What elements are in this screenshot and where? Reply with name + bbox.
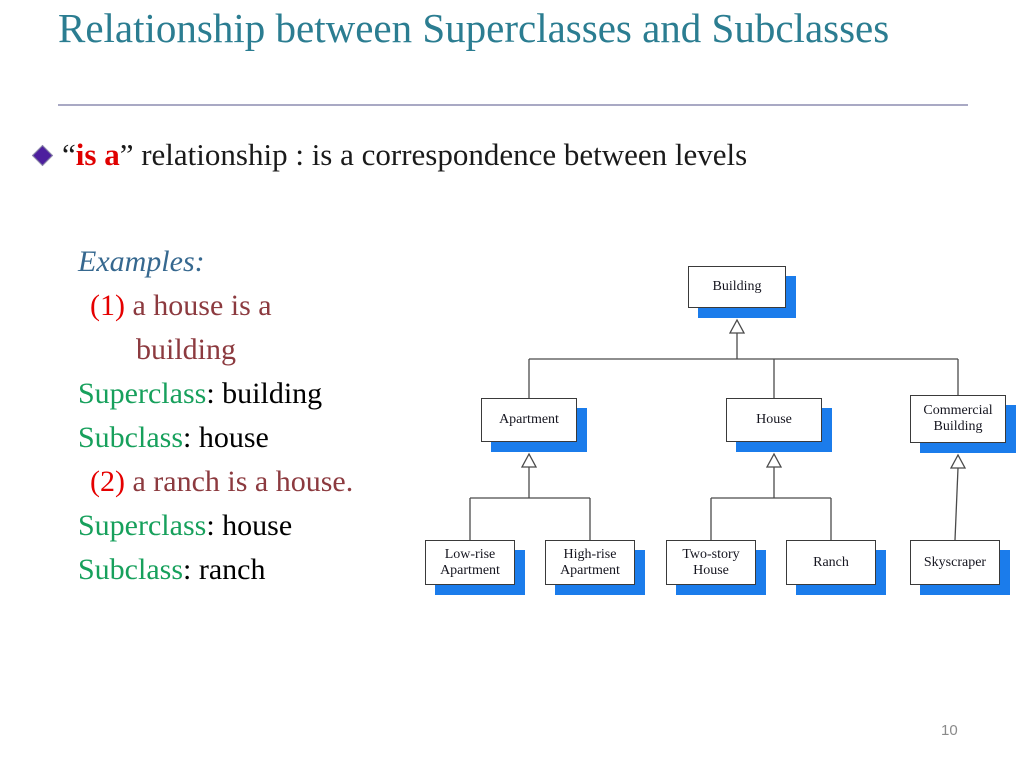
class-node-apartment[interactable]: Apartment — [481, 398, 577, 442]
class-node-building[interactable]: Building — [688, 266, 786, 308]
class-node-label: Building — [712, 279, 762, 294]
class-node-two-story[interactable]: Two-story House — [666, 540, 756, 585]
class-node-label: High-rise Apartment — [560, 546, 620, 578]
diamond-bullet-icon — [31, 144, 54, 167]
example-1-number: (1) — [90, 289, 125, 322]
class-hierarchy-diagram: Building Apartment House Commercial Buildin… — [400, 240, 1024, 620]
superclass-label-2: Superclass — [78, 509, 207, 542]
bullet-row: “is a” relationship : is a correspondenc… — [30, 136, 990, 176]
example-2-number: (2) — [90, 465, 125, 498]
class-node-label: Two-story House — [682, 546, 740, 578]
subclass-value-1: : house — [183, 421, 269, 454]
examples-heading: Examples: — [78, 245, 205, 278]
examples-block: Examples: (1) a house is a building Supe… — [78, 240, 428, 592]
class-node-commercial[interactable]: Commercial Building — [910, 395, 1006, 443]
class-node-label: Ranch — [813, 554, 849, 570]
bullet-text: “is a” relationship : is a correspondenc… — [62, 134, 747, 176]
example-1-statement: (1) a house is a — [90, 289, 272, 322]
example-1-statement-cont: building — [136, 333, 237, 366]
page-number: 10 — [941, 722, 958, 739]
example-2-statement: (2) a ranch is a house. — [78, 460, 428, 504]
superclass-value-2: : house — [206, 509, 293, 542]
superclass-label-1: Superclass — [78, 377, 207, 410]
title-divider — [58, 104, 968, 106]
class-node-high-rise[interactable]: High-rise Apartment — [545, 540, 635, 585]
generalization-arrowhead-icon — [728, 318, 746, 334]
example-1-subclass: Subclass: house — [78, 416, 428, 460]
class-node-label: Commercial Building — [923, 403, 993, 434]
page-title: Relationship between Superclasses and Su… — [58, 5, 890, 51]
class-node-label: Low-rise Apartment — [440, 546, 500, 578]
class-node-label: Skyscraper — [923, 554, 987, 570]
superclass-value-1: : building — [206, 377, 323, 410]
example-2-text: a ranch is a house. — [132, 465, 354, 498]
example-2-subclass: Subclass: ranch — [78, 548, 428, 592]
example-2-superclass: Superclass: house — [78, 504, 428, 548]
quote-close: ” — [119, 137, 134, 172]
subclass-label-2: Subclass — [78, 553, 183, 586]
generalization-arrowhead-icon — [765, 452, 783, 468]
subclass-value-2: : ranch — [183, 553, 266, 586]
class-node-skyscraper[interactable]: Skyscraper — [910, 540, 1000, 585]
class-node-label: House — [756, 412, 792, 427]
bullet-rest: relationship : is a correspondence betwe… — [133, 137, 748, 172]
generalization-arrowhead-icon — [520, 452, 538, 468]
subclass-label-1: Subclass — [78, 421, 183, 454]
class-node-ranch[interactable]: Ranch — [786, 540, 876, 585]
isa-emphasis: is a — [75, 137, 120, 172]
generalization-arrowhead-icon — [949, 453, 967, 469]
class-node-house[interactable]: House — [726, 398, 822, 442]
quote-open: “ — [62, 137, 76, 172]
class-node-low-rise[interactable]: Low-rise Apartment — [425, 540, 515, 585]
class-node-label: Apartment — [499, 412, 559, 427]
example-1-superclass: Superclass: building — [78, 372, 428, 416]
